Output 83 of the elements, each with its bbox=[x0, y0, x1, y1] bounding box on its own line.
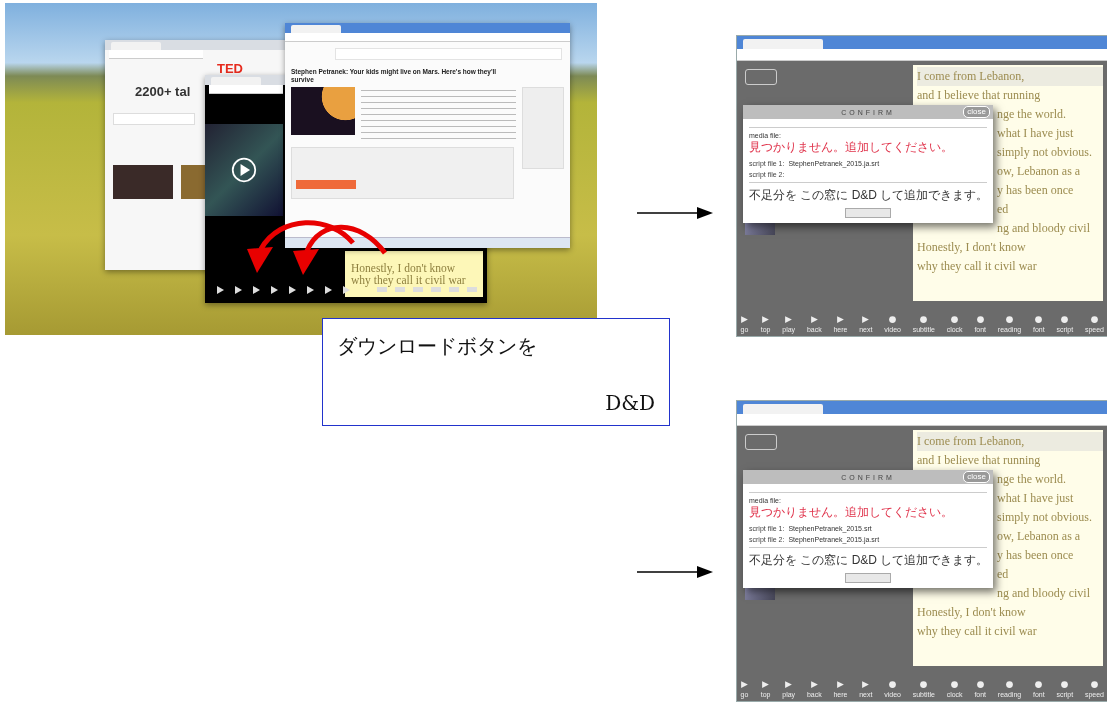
subtitle-line: and I believe that running bbox=[917, 87, 1041, 104]
dot-icon bbox=[919, 680, 929, 689]
subtitle-line: why they call it civil war bbox=[917, 623, 1037, 640]
close-button[interactable]: close bbox=[963, 106, 990, 118]
close-button[interactable]: close bbox=[963, 471, 990, 483]
play-icon bbox=[761, 315, 771, 324]
subtitle-line: what I have just bbox=[997, 125, 1074, 142]
play-icon bbox=[835, 680, 845, 689]
dot-icon bbox=[1005, 680, 1014, 689]
subtitle-line: y has been once bbox=[997, 547, 1074, 564]
browser-tab[interactable] bbox=[291, 25, 341, 33]
photo-placeholder bbox=[181, 165, 205, 199]
play-icon bbox=[861, 680, 871, 689]
subtitle-line: simply not obvious. bbox=[997, 144, 1092, 161]
browser-tab[interactable] bbox=[743, 404, 823, 414]
play-icon bbox=[740, 315, 749, 324]
search-field[interactable] bbox=[335, 48, 562, 60]
address-bar[interactable] bbox=[737, 49, 1107, 61]
address-bar[interactable] bbox=[109, 50, 203, 59]
browser-tab[interactable] bbox=[211, 77, 261, 85]
dot-icon bbox=[1060, 315, 1070, 324]
subtitle-line: ng and bloody civil bbox=[997, 585, 1090, 602]
dialog-message: 不足分を この窓に D&D して追加できます。 bbox=[749, 187, 987, 204]
dot-icon bbox=[950, 680, 960, 689]
subtitle-line: Honestly, I don't know bbox=[917, 239, 1026, 256]
play-icon bbox=[809, 680, 819, 689]
subtitle-line: why they call it civil war bbox=[351, 274, 467, 286]
subtitle-line: nge the world. bbox=[997, 106, 1066, 123]
photo-placeholder bbox=[113, 165, 173, 199]
dot-icon bbox=[1089, 680, 1099, 689]
play-icon bbox=[809, 315, 819, 324]
subtitle-line: and I believe that running bbox=[917, 452, 1041, 469]
photo-placeholder bbox=[291, 86, 355, 135]
dot-icon bbox=[1089, 315, 1099, 324]
subtitle-line: ed bbox=[997, 201, 1009, 218]
play-icon bbox=[740, 680, 749, 689]
subtitle-line: Honestly, I don't know bbox=[917, 604, 1026, 621]
back-button[interactable] bbox=[745, 434, 777, 450]
dot-icon bbox=[950, 315, 960, 324]
dot-icon bbox=[1005, 315, 1014, 324]
callout-text: D&D bbox=[605, 391, 655, 415]
subtitle-line: what I have just bbox=[997, 490, 1074, 507]
subtitle-line: simply not obvious. bbox=[997, 509, 1092, 526]
play-icon bbox=[835, 315, 845, 324]
dot-icon bbox=[1034, 315, 1044, 324]
subtitle-line: ow, Lebanon as a bbox=[997, 163, 1081, 180]
play-icon bbox=[861, 315, 871, 324]
subtitle-line: Honestly, I don't know bbox=[351, 262, 457, 274]
subtitle-line: why they call it civil war bbox=[917, 258, 1037, 275]
subtitle-line: y has been once bbox=[997, 182, 1074, 199]
dialog-message: 不足分を この窓に D&D して追加できます。 bbox=[749, 552, 987, 569]
dialog-button[interactable] bbox=[845, 208, 891, 218]
search-field[interactable] bbox=[113, 113, 195, 125]
dot-icon bbox=[975, 680, 985, 689]
arrow-icon bbox=[637, 564, 713, 580]
highlighted-row bbox=[296, 179, 356, 189]
field-value: 見つかりません。追加してください。 bbox=[749, 504, 953, 521]
field-value: 見つかりません。追加してください。 bbox=[749, 139, 953, 156]
subtitle-line: ow, Lebanon as a bbox=[997, 528, 1081, 545]
address-bar[interactable] bbox=[737, 414, 1107, 426]
dot-icon bbox=[975, 315, 985, 324]
play-icon bbox=[784, 315, 794, 324]
callout-text: ダウンロードボタンを bbox=[337, 333, 538, 360]
dot-icon bbox=[1034, 680, 1044, 689]
page-heading: 2200+ tal bbox=[135, 84, 191, 99]
logo: TED bbox=[217, 61, 243, 76]
subtitle-line: ed bbox=[997, 566, 1009, 583]
play-icon bbox=[761, 680, 771, 689]
play-icon[interactable] bbox=[231, 157, 257, 183]
dialog-button[interactable] bbox=[845, 573, 891, 583]
address-bar[interactable] bbox=[285, 33, 570, 42]
subtitle-line: ng and bloody civil bbox=[997, 220, 1090, 237]
play-icon bbox=[784, 680, 794, 689]
address-bar[interactable] bbox=[209, 85, 283, 94]
arrow-icon bbox=[637, 205, 713, 221]
subtitle-line: nge the world. bbox=[997, 471, 1066, 488]
dot-icon bbox=[888, 315, 898, 324]
browser-tab[interactable] bbox=[743, 39, 823, 49]
dot-icon bbox=[1060, 680, 1070, 689]
browser-tab[interactable] bbox=[111, 42, 161, 50]
dot-icon bbox=[919, 315, 929, 324]
dot-icon bbox=[888, 680, 898, 689]
back-button[interactable] bbox=[745, 69, 777, 85]
